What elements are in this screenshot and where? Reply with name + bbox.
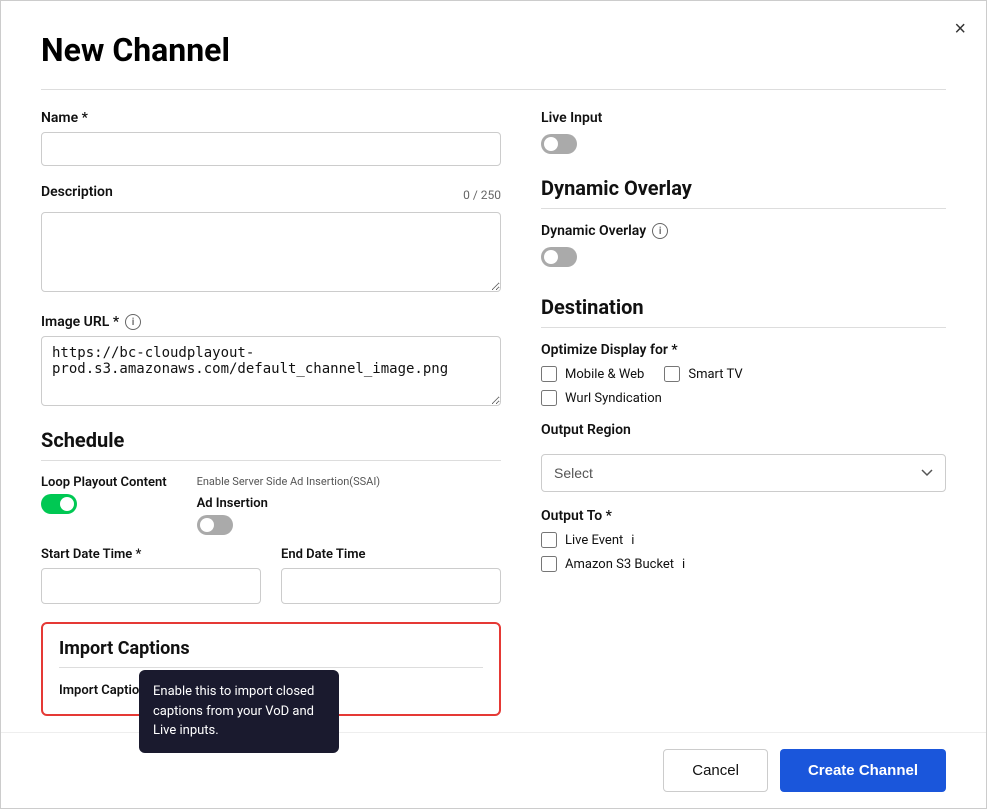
name-label: Name * [41, 110, 501, 126]
destination-divider [541, 327, 946, 328]
close-button[interactable]: × [954, 19, 966, 39]
ad-insertion-toggle[interactable] [197, 515, 233, 535]
loop-playout-slider [41, 494, 77, 514]
description-label: Description [41, 184, 113, 200]
live-input-toggle[interactable] [541, 134, 577, 154]
mobile-web-checkbox-item[interactable]: Mobile & Web [541, 366, 644, 382]
amazon-s3-checkbox[interactable] [541, 556, 557, 572]
ad-insertion-group: Enable Server Side Ad Insertion(SSAI) Ad… [197, 475, 381, 535]
mobile-web-checkbox[interactable] [541, 366, 557, 382]
dynamic-overlay-label: Dynamic Overlay i [541, 223, 946, 239]
start-date-label: Start Date Time * [41, 547, 261, 562]
wurl-syndication-checkbox-item[interactable]: Wurl Syndication [541, 390, 946, 406]
left-column: Name * Description 0 / 250 Image URL * i… [41, 110, 501, 716]
live-event-label: Live Event [565, 533, 623, 548]
ad-insertion-sublabel: Enable Server Side Ad Insertion(SSAI) [197, 475, 381, 488]
output-to-group: Live Event i Amazon S3 Bucket i [541, 532, 946, 572]
schedule-divider [41, 460, 501, 461]
dynamic-overlay-info-icon[interactable]: i [652, 223, 668, 239]
ad-insertion-label: Ad Insertion [197, 496, 381, 511]
image-url-info-icon[interactable]: i [125, 314, 141, 330]
smart-tv-checkbox[interactable] [664, 366, 680, 382]
dynamic-overlay-slider [541, 247, 577, 267]
cancel-button[interactable]: Cancel [663, 749, 768, 792]
import-captions-row: Import Captions i Enable this to import … [59, 680, 483, 700]
loop-playout-group: Loop Playout Content [41, 475, 167, 514]
output-region-select[interactable]: Select US East US West EU West Asia Paci… [541, 454, 946, 492]
modal-body: Name * Description 0 / 250 Image URL * i… [41, 110, 946, 716]
amazon-s3-label: Amazon S3 Bucket [565, 557, 674, 572]
end-date-label: End Date Time [281, 547, 501, 562]
output-to-section: Output To * Live Event i Amazon S3 Bucke… [541, 508, 946, 572]
image-url-input[interactable]: https://bc-cloudplayout-prod.s3.amazonaw… [41, 336, 501, 406]
amazon-s3-info-icon[interactable]: i [682, 557, 685, 572]
new-channel-modal: × New Channel Name * Description 0 / 250 [0, 0, 987, 809]
title-divider [41, 89, 946, 90]
optimize-display-group: Mobile & Web Smart TV Wurl Syndication [541, 366, 946, 406]
destination-title: Destination [541, 295, 946, 319]
optimize-row-1: Mobile & Web Smart TV [541, 366, 946, 382]
loop-playout-toggle[interactable] [41, 494, 77, 514]
name-field-group: Name * [41, 110, 501, 166]
modal-title: New Channel [41, 31, 946, 69]
wurl-syndication-label: Wurl Syndication [565, 391, 662, 406]
image-url-field-group: Image URL * i https://bc-cloudplayout-pr… [41, 314, 501, 410]
amazon-s3-checkbox-item[interactable]: Amazon S3 Bucket i [541, 556, 946, 572]
dynamic-overlay-title: Dynamic Overlay [541, 176, 946, 200]
end-date-input[interactable] [281, 568, 501, 604]
smart-tv-checkbox-item[interactable]: Smart TV [664, 366, 742, 382]
dynamic-overlay-divider [541, 208, 946, 209]
start-date-field: Start Date Time * [41, 547, 261, 604]
description-header: Description 0 / 250 [41, 184, 501, 206]
output-region-label: Output Region [541, 422, 946, 438]
char-count: 0 / 250 [463, 188, 501, 202]
dynamic-overlay-toggle[interactable] [541, 247, 577, 267]
date-fields-row: Start Date Time * End Date Time [41, 547, 501, 604]
mobile-web-label: Mobile & Web [565, 367, 644, 382]
end-date-field: End Date Time [281, 547, 501, 604]
right-column: Live Input Dynamic Overlay Dynamic Overl… [541, 110, 946, 716]
description-field-group: Description 0 / 250 [41, 184, 501, 296]
import-captions-tooltip: Enable this to import closed captions fr… [139, 670, 339, 753]
schedule-toggles-row: Loop Playout Content Enable Server Side … [41, 475, 501, 535]
import-captions-divider [59, 667, 483, 668]
optimize-display-label: Optimize Display for * [541, 342, 946, 358]
description-input[interactable] [41, 212, 501, 292]
output-region-group: Output Region Select US East US West EU … [541, 422, 946, 492]
live-event-checkbox-item[interactable]: Live Event i [541, 532, 946, 548]
live-input-slider [541, 134, 577, 154]
loop-playout-label: Loop Playout Content [41, 475, 167, 490]
image-url-label: Image URL * i [41, 314, 501, 330]
live-input-label: Live Input [541, 110, 946, 126]
name-input[interactable] [41, 132, 501, 166]
ad-insertion-slider [197, 515, 233, 535]
output-to-label: Output To * [541, 508, 946, 524]
schedule-title: Schedule [41, 428, 501, 452]
live-event-checkbox[interactable] [541, 532, 557, 548]
wurl-syndication-checkbox[interactable] [541, 390, 557, 406]
live-event-info-icon[interactable]: i [631, 533, 634, 548]
smart-tv-label: Smart TV [688, 367, 742, 382]
import-captions-section: Import Captions Import Captions i Enable… [41, 622, 501, 716]
live-input-section: Live Input [541, 110, 946, 158]
import-captions-title: Import Captions [59, 638, 483, 659]
start-date-input[interactable] [41, 568, 261, 604]
create-channel-button[interactable]: Create Channel [780, 749, 946, 792]
